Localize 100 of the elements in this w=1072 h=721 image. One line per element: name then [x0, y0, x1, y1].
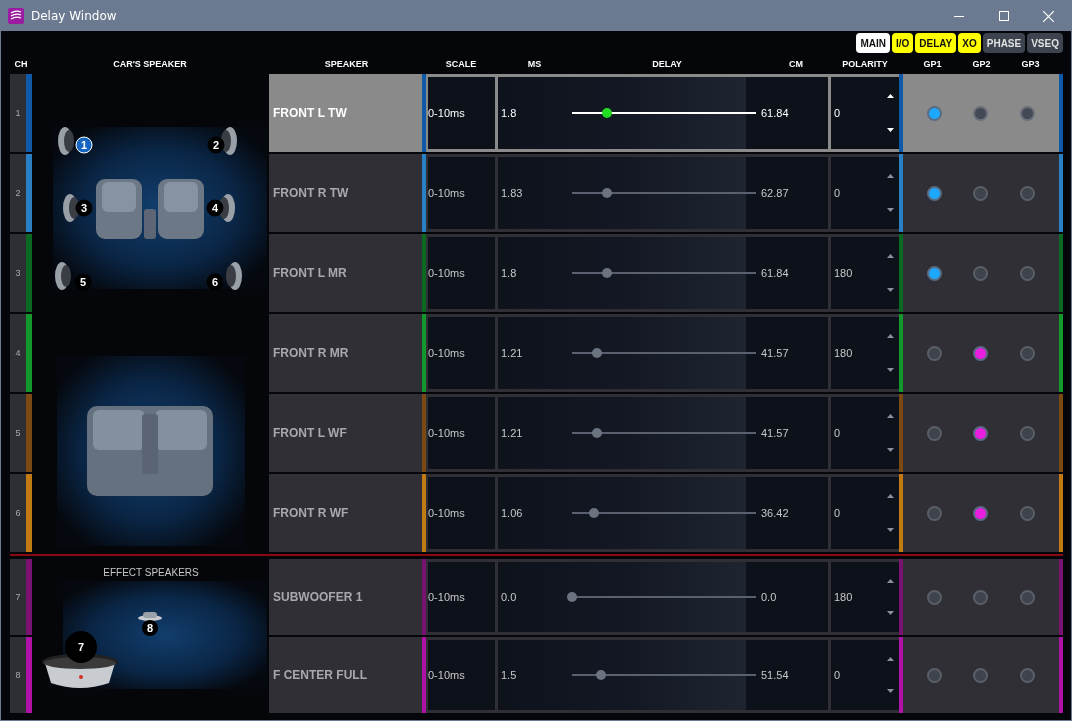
nav-tab[interactable]: PHASE — [982, 33, 1026, 53]
scale-value[interactable]: 0-10ms — [428, 640, 495, 710]
column-header: SPEAKER — [323, 59, 370, 69]
speaker-badge[interactable]: 2 — [207, 136, 225, 154]
speaker-badge[interactable]: 7 — [65, 631, 97, 663]
up-arrow-icon[interactable] — [887, 254, 894, 258]
group-radio[interactable] — [973, 185, 989, 201]
slider-thumb[interactable] — [596, 670, 607, 680]
window-title: Delay Window — [31, 9, 117, 23]
channel-row[interactable]: FRONT R TW 0-10ms 1.83 62.87 0 — [269, 154, 1063, 232]
up-arrow-icon[interactable] — [887, 334, 894, 338]
speaker-badge[interactable]: 3 — [75, 199, 93, 217]
ms-value[interactable]: 1.8 — [501, 107, 517, 119]
slider-thumb[interactable] — [601, 108, 612, 118]
polarity-value[interactable]: 180 — [831, 591, 853, 603]
polarity-value[interactable]: 0 — [831, 507, 841, 519]
scale-value[interactable]: 0-10ms — [428, 562, 495, 632]
group-radio[interactable] — [926, 425, 942, 441]
group-radio[interactable] — [926, 589, 942, 605]
close-icon[interactable] — [1043, 10, 1054, 22]
group-radio[interactable] — [1020, 265, 1036, 281]
polarity-value[interactable]: 0 — [831, 427, 841, 439]
slider-thumb[interactable] — [591, 348, 602, 358]
polarity-value[interactable]: 180 — [831, 347, 853, 359]
down-arrow-icon[interactable] — [887, 208, 894, 212]
channel-row[interactable]: SUBWOOFER 1 0-10ms 0.0 0.0 180 — [269, 559, 1063, 635]
channel-number: 4 — [10, 314, 26, 392]
slider-thumb[interactable] — [601, 268, 612, 278]
speaker-badge[interactable]: 1 — [75, 136, 93, 154]
speaker-badge[interactable]: 4 — [206, 199, 224, 217]
up-arrow-icon[interactable] — [887, 657, 894, 661]
nav-tab[interactable]: I/O — [891, 33, 914, 53]
down-arrow-icon[interactable] — [887, 368, 894, 372]
channel-row[interactable]: FRONT R WF 0-10ms 1.06 36.42 0 — [269, 474, 1063, 552]
nav-tab[interactable]: MAIN — [856, 33, 890, 53]
ms-value[interactable]: 1.06 — [501, 507, 523, 519]
channel-row[interactable]: F CENTER FULL 0-10ms 1.5 51.54 0 — [269, 637, 1063, 713]
polarity-value[interactable]: 0 — [831, 107, 841, 119]
nav-tab[interactable]: XO — [958, 33, 981, 53]
up-arrow-icon[interactable] — [887, 579, 894, 583]
group-radio[interactable] — [973, 505, 989, 521]
scale-value[interactable]: 0-10ms — [428, 317, 495, 389]
down-arrow-icon[interactable] — [887, 528, 894, 532]
group-radio[interactable] — [1020, 185, 1036, 201]
group-radio[interactable] — [1020, 589, 1036, 605]
channel-row[interactable]: FRONT L MR 0-10ms 1.8 61.84 180 — [269, 234, 1063, 312]
down-arrow-icon[interactable] — [887, 689, 894, 693]
polarity-value[interactable]: 0 — [831, 187, 841, 199]
speaker-badge[interactable]: 5 — [74, 273, 92, 291]
speaker-badge[interactable]: 8 — [142, 620, 158, 636]
group-radio[interactable] — [1020, 425, 1036, 441]
ms-value[interactable]: 1.83 — [501, 187, 523, 199]
ms-value[interactable]: 1.5 — [501, 669, 517, 681]
polarity-value[interactable]: 180 — [831, 267, 853, 279]
polarity-value[interactable]: 0 — [831, 669, 841, 681]
cm-value: 36.42 — [761, 507, 789, 519]
up-arrow-icon[interactable] — [887, 494, 894, 498]
group-radio[interactable] — [973, 589, 989, 605]
ms-value[interactable]: 1.21 — [501, 347, 523, 359]
channel-row[interactable]: FRONT R MR 0-10ms 1.21 41.57 180 — [269, 314, 1063, 392]
channel-row[interactable]: FRONT L TW 0-10ms 1.8 61.84 0 — [269, 74, 1063, 152]
group-radio[interactable] — [973, 667, 989, 683]
slider-thumb[interactable] — [601, 188, 612, 198]
group-radio[interactable] — [926, 345, 942, 361]
group-radio[interactable] — [1020, 667, 1036, 683]
scale-value[interactable]: 0-10ms — [428, 477, 495, 549]
group-radio[interactable] — [973, 105, 989, 121]
group-radio[interactable] — [1020, 105, 1036, 121]
group-radio[interactable] — [926, 105, 942, 121]
group-radio[interactable] — [1020, 505, 1036, 521]
down-arrow-icon[interactable] — [887, 288, 894, 292]
speaker-badge[interactable]: 6 — [206, 273, 224, 291]
group-radio[interactable] — [973, 265, 989, 281]
nav-tab[interactable]: DELAY — [915, 33, 957, 53]
group-radio[interactable] — [926, 505, 942, 521]
scale-value[interactable]: 0-10ms — [428, 237, 495, 309]
group-radio[interactable] — [926, 185, 942, 201]
down-arrow-icon[interactable] — [887, 448, 894, 452]
group-radio[interactable] — [926, 667, 942, 683]
scale-value[interactable]: 0-10ms — [428, 77, 495, 149]
group-radio[interactable] — [926, 265, 942, 281]
maximize-icon[interactable] — [998, 11, 1009, 21]
channel-row[interactable]: FRONT L WF 0-10ms 1.21 41.57 0 — [269, 394, 1063, 472]
down-arrow-icon[interactable] — [887, 128, 894, 132]
ms-value[interactable]: 0.0 — [501, 591, 517, 603]
up-arrow-icon[interactable] — [887, 414, 894, 418]
scale-value[interactable]: 0-10ms — [428, 157, 495, 229]
slider-thumb[interactable] — [591, 428, 602, 438]
scale-value[interactable]: 0-10ms — [428, 397, 495, 469]
group-radio[interactable] — [973, 345, 989, 361]
up-arrow-icon[interactable] — [887, 94, 894, 98]
up-arrow-icon[interactable] — [887, 174, 894, 178]
group-radio[interactable] — [1020, 345, 1036, 361]
nav-tab[interactable]: VSEQ — [1027, 33, 1063, 53]
down-arrow-icon[interactable] — [887, 611, 894, 615]
ms-value[interactable]: 1.21 — [501, 427, 523, 439]
group-radio[interactable] — [973, 425, 989, 441]
ms-value[interactable]: 1.8 — [501, 267, 517, 279]
slider-thumb[interactable] — [567, 592, 577, 602]
slider-thumb[interactable] — [589, 508, 600, 518]
